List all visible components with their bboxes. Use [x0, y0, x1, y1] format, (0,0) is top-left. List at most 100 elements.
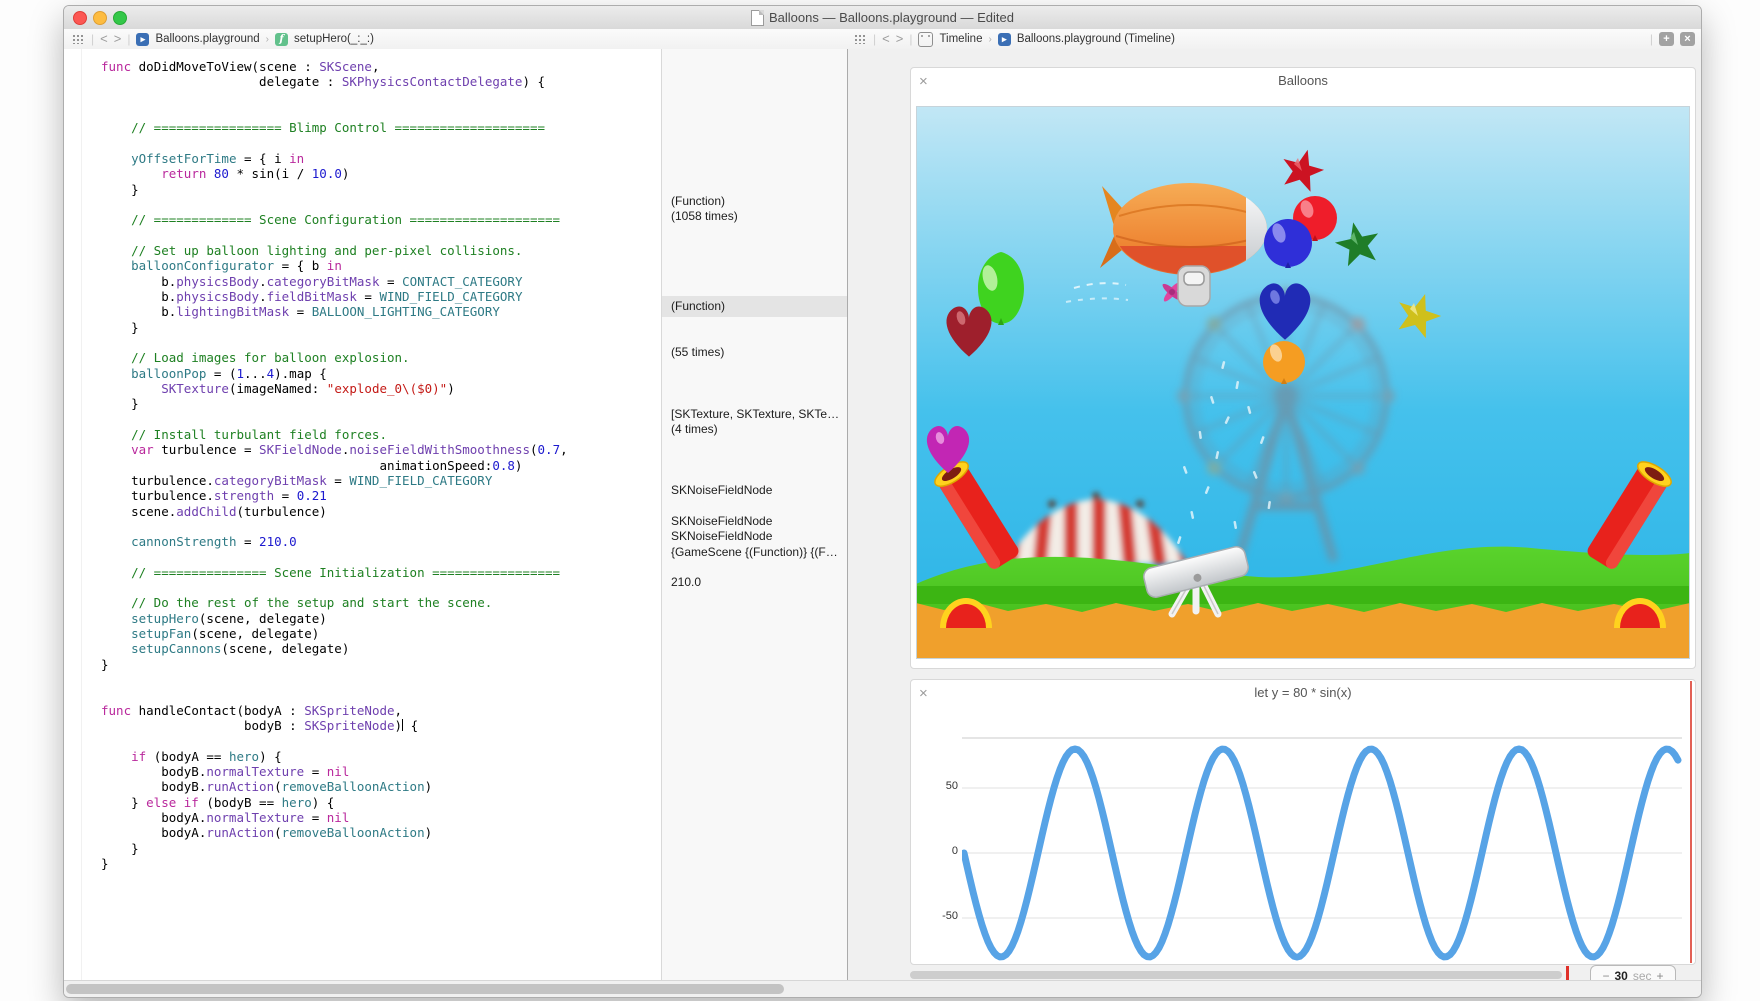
- code-line[interactable]: [101, 519, 656, 534]
- scrollbar-thumb[interactable]: [66, 984, 784, 994]
- horizontal-scrollbar[interactable]: [64, 980, 1701, 997]
- code-line[interactable]: animationSpeed:0.8): [101, 458, 656, 473]
- code-line[interactable]: balloonConfigurator = { b in: [101, 258, 656, 273]
- document-icon: [751, 10, 764, 26]
- code-line[interactable]: bodyB : SKSpriteNode) {: [101, 718, 656, 733]
- code-line[interactable]: var turbulence = SKFieldNode.noiseFieldW…: [101, 442, 656, 457]
- breadcrumb-timeline[interactable]: Timeline: [939, 33, 982, 45]
- code-line[interactable]: bodyB.runAction(removeBalloonAction): [101, 779, 656, 794]
- live-view-title: Balloons: [911, 73, 1695, 88]
- code-line[interactable]: return 80 * sin(i / 10.0): [101, 166, 656, 181]
- window-title: Balloons — Balloons.playground — Edited: [769, 10, 1014, 25]
- code-line[interactable]: // ============= Scene Configuration ===…: [101, 212, 656, 227]
- ground-dirt: [916, 602, 1690, 659]
- code-line[interactable]: [101, 733, 656, 748]
- code-line[interactable]: SKTexture(imageNamed: "explode_0\($0)"): [101, 381, 656, 396]
- title-bar: Balloons — Balloons.playground — Edited: [64, 6, 1701, 30]
- code-line[interactable]: [101, 90, 656, 105]
- chart-title: let y = 80 * sin(x): [911, 685, 1695, 700]
- result-entry[interactable]: (55 times): [671, 345, 843, 359]
- timeline-assistant: × Balloons: [847, 49, 1701, 981]
- code-line[interactable]: } else if (bodyB == hero) {: [101, 795, 656, 810]
- code-line[interactable]: // ================= Blimp Control =====…: [101, 120, 656, 135]
- code-line[interactable]: turbulence.categoryBitMask = WIND_FIELD_…: [101, 473, 656, 488]
- code-line[interactable]: [101, 550, 656, 565]
- code-line[interactable]: // Set up balloon lighting and per-pixel…: [101, 243, 656, 258]
- result-entry[interactable]: {GameScene {(Function)} {(F…: [671, 545, 843, 559]
- code-line[interactable]: [101, 672, 656, 687]
- code-line[interactable]: bodyA.normalTexture = nil: [101, 810, 656, 825]
- code-line[interactable]: [101, 580, 656, 595]
- code-text[interactable]: func doDidMoveToView(scene : SKScene, de…: [101, 59, 656, 871]
- result-entry[interactable]: SKNoiseFieldNode: [671, 483, 843, 497]
- code-line[interactable]: [101, 412, 656, 427]
- result-entry[interactable]: SKNoiseFieldNode: [671, 529, 843, 543]
- code-line[interactable]: // Install turbulant field forces.: [101, 427, 656, 442]
- result-entry[interactable]: (1058 times): [671, 209, 843, 223]
- breadcrumb-symbol[interactable]: setupHero(_:_:): [294, 33, 374, 45]
- code-line[interactable]: yOffsetForTime = { i in: [101, 151, 656, 166]
- code-line[interactable]: }: [101, 182, 656, 197]
- code-line[interactable]: func doDidMoveToView(scene : SKScene,: [101, 59, 656, 74]
- timeline-playhead[interactable]: [1690, 681, 1692, 963]
- breadcrumb-timeline-doc[interactable]: Balloons.playground (Timeline): [1017, 33, 1175, 45]
- code-line[interactable]: delegate : SKPhysicsContactDelegate) {: [101, 74, 656, 89]
- code-line[interactable]: [101, 105, 656, 120]
- code-line[interactable]: bodyB.normalTexture = nil: [101, 764, 656, 779]
- close-assistant-button[interactable]: ×: [1680, 32, 1695, 46]
- code-line[interactable]: }: [101, 856, 656, 871]
- result-entry[interactable]: (Function): [671, 299, 843, 313]
- result-entry[interactable]: SKNoiseFieldNode: [671, 514, 843, 528]
- timeline-scrubber-track[interactable]: [910, 971, 1562, 979]
- playground-file-icon: ▸: [998, 33, 1011, 46]
- code-line[interactable]: // Load images for balloon explosion.: [101, 350, 656, 365]
- live-view-scene: [916, 106, 1690, 664]
- screen: Balloons — Balloons.playground — Edited …: [0, 0, 1760, 1001]
- code-line[interactable]: func handleContact(bodyA : SKSpriteNode,: [101, 703, 656, 718]
- forward-chevron-icon[interactable]: >: [114, 29, 122, 49]
- code-line[interactable]: if (bodyA == hero) {: [101, 749, 656, 764]
- code-line[interactable]: setupCannons(scene, delegate): [101, 641, 656, 656]
- live-view-card: × Balloons: [910, 67, 1696, 669]
- code-line[interactable]: bodyA.runAction(removeBalloonAction): [101, 825, 656, 840]
- back-chevron-icon[interactable]: <: [100, 29, 108, 49]
- code-line[interactable]: [101, 687, 656, 702]
- code-line[interactable]: }: [101, 841, 656, 856]
- y-tick-neg50: -50: [910, 910, 958, 922]
- code-line[interactable]: b.physicsBody.fieldBitMask = WIND_FIELD_…: [101, 289, 656, 304]
- code-line[interactable]: }: [101, 396, 656, 411]
- back-chevron-icon[interactable]: <: [882, 29, 890, 49]
- code-line[interactable]: setupFan(scene, delegate): [101, 626, 656, 641]
- code-line[interactable]: b.physicsBody.categoryBitMask = CONTACT_…: [101, 274, 656, 289]
- source-editor[interactable]: func doDidMoveToView(scene : SKScene, de…: [64, 49, 846, 981]
- playground-results-sidebar[interactable]: (Function)(1058 times)(Function)(55 time…: [661, 49, 847, 981]
- related-items-icon[interactable]: [854, 34, 867, 44]
- code-line[interactable]: // Do the rest of the setup and start th…: [101, 595, 656, 610]
- code-line[interactable]: [101, 228, 656, 243]
- code-line[interactable]: [101, 136, 656, 151]
- code-line[interactable]: }: [101, 320, 656, 335]
- code-line[interactable]: balloonPop = (1...4).map {: [101, 366, 656, 381]
- result-entry[interactable]: [SKTexture, SKTexture, SKTe…: [671, 407, 843, 421]
- left-jump-bar: | < > | ▸ Balloons.playground › f setupH…: [72, 29, 374, 49]
- forward-chevron-icon[interactable]: >: [896, 29, 904, 49]
- xcode-playground-window: Balloons — Balloons.playground — Edited …: [63, 5, 1702, 998]
- code-line[interactable]: setupHero(scene, delegate): [101, 611, 656, 626]
- related-items-icon[interactable]: [72, 34, 85, 44]
- result-entry[interactable]: (4 times): [671, 422, 843, 436]
- result-entry[interactable]: (Function): [671, 194, 843, 208]
- code-line[interactable]: // =============== Scene Initialization …: [101, 565, 656, 580]
- code-line[interactable]: [101, 335, 656, 350]
- add-page-button[interactable]: +: [1659, 32, 1674, 46]
- gondola: [1178, 266, 1210, 306]
- jump-bar: | < > | ▸ Balloons.playground › f setupH…: [64, 29, 1701, 50]
- result-entry[interactable]: 210.0: [671, 575, 843, 589]
- code-line[interactable]: }: [101, 657, 656, 672]
- code-line[interactable]: scene.addChild(turbulence): [101, 504, 656, 519]
- right-jump-bar: | < > | Timeline › ▸ Balloons.playground…: [854, 29, 1695, 49]
- code-line[interactable]: cannonStrength = 210.0: [101, 534, 656, 549]
- code-line[interactable]: [101, 197, 656, 212]
- code-line[interactable]: b.lightingBitMask = BALLOON_LIGHTING_CAT…: [101, 304, 656, 319]
- breadcrumb-file[interactable]: Balloons.playground: [155, 33, 259, 45]
- code-line[interactable]: turbulence.strength = 0.21: [101, 488, 656, 503]
